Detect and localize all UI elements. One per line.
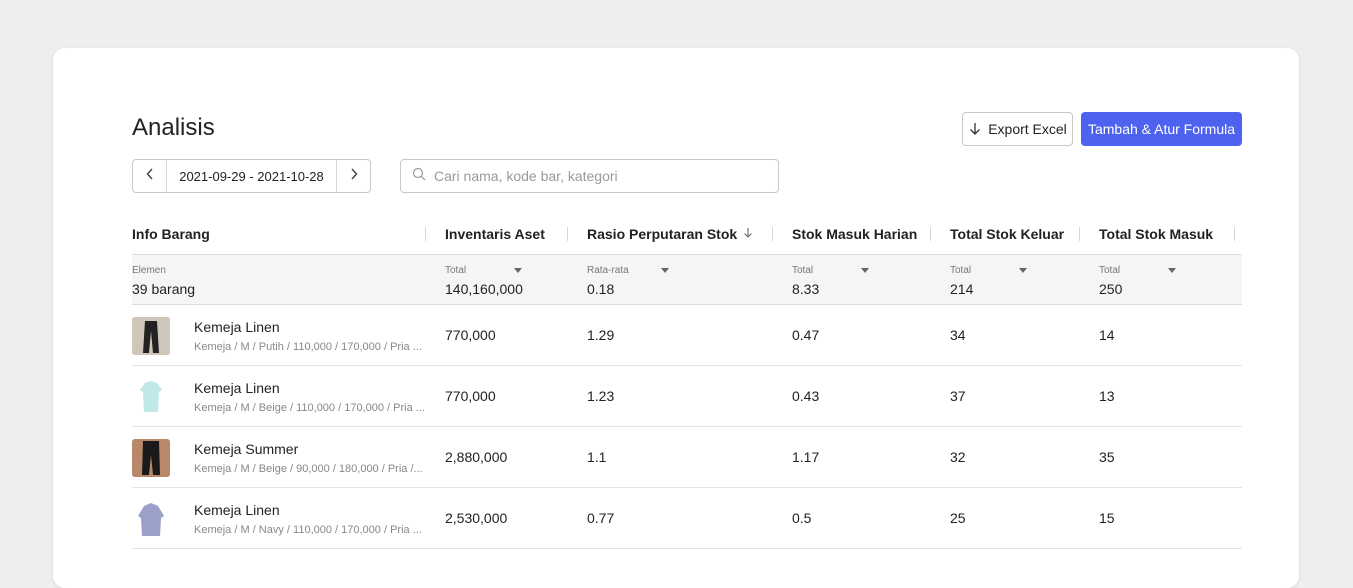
total-stock-in: 15 <box>1099 510 1115 526</box>
summary-value: 39 barang <box>132 281 196 297</box>
date-range-picker: 2021-09-29 - 2021-10-28 <box>132 159 371 193</box>
summary-value: 0.18 <box>587 281 615 297</box>
summary-cell: Total 140,160,000 <box>445 263 523 298</box>
column-header-label: Rasio Perputaran Stok <box>587 226 738 242</box>
table-row[interactable]: Kemeja Linen Kemeja / M / Putih / 110,00… <box>132 305 1242 366</box>
summary-value: 214 <box>950 281 974 297</box>
summary-value: 140,160,000 <box>445 281 523 297</box>
summary-aggregate-select[interactable]: Total <box>1099 263 1177 277</box>
total-stock-out: 37 <box>950 388 966 404</box>
page-title: Analisis <box>132 114 215 141</box>
product-description: Kemeja / M / Beige / 90,000 / 180,000 / … <box>194 463 423 475</box>
product-name: Kemeja Linen <box>194 319 280 335</box>
caret-down-icon <box>1168 267 1177 273</box>
asset-value: 2,880,000 <box>445 449 508 465</box>
total-stock-in: 14 <box>1099 327 1115 343</box>
total-stock-in: 13 <box>1099 388 1115 404</box>
add-formula-button[interactable]: Tambah & Atur Formula <box>1081 112 1242 146</box>
caret-down-icon <box>861 267 870 273</box>
column-header-stok-masuk-harian[interactable]: Stok Masuk Harian <box>792 213 917 255</box>
summary-label: Total <box>445 264 467 276</box>
search-input[interactable] <box>434 168 764 184</box>
caret-down-icon <box>1019 267 1028 273</box>
product-description: Kemeja / M / Beige / 110,000 / 170,000 /… <box>194 402 425 414</box>
product-thumbnail <box>132 439 170 477</box>
column-header-inventaris-aset[interactable]: Inventaris Aset <box>445 213 545 255</box>
product-thumbnail <box>132 317 170 355</box>
summary-label: Elemen <box>132 264 166 276</box>
product-name: Kemeja Summer <box>194 441 299 457</box>
sort-arrow-down-icon <box>743 226 753 242</box>
caret-down-icon <box>514 267 523 273</box>
export-excel-label: Export Excel <box>988 121 1067 137</box>
prev-period-button[interactable] <box>133 160 167 192</box>
caret-down-icon <box>660 267 669 273</box>
summary-aggregate-select[interactable]: Total <box>950 263 1028 277</box>
asset-value: 770,000 <box>445 388 496 404</box>
product-name: Kemeja Linen <box>194 502 280 518</box>
column-divider[interactable] <box>930 227 931 241</box>
product-thumbnail <box>132 378 170 416</box>
column-divider[interactable] <box>772 227 773 241</box>
turnover-ratio: 1.29 <box>587 327 615 343</box>
summary-aggregate-select[interactable]: Total <box>445 263 523 277</box>
column-header-rasio-perputaran[interactable]: Rasio Perputaran Stok <box>587 213 753 255</box>
table-row[interactable]: Kemeja Linen Kemeja / M / Navy / 110,000… <box>132 488 1242 549</box>
daily-stock-in: 1.17 <box>792 449 820 465</box>
export-excel-button[interactable]: Export Excel <box>962 112 1073 146</box>
table-row[interactable]: Kemeja Linen Kemeja / M / Beige / 110,00… <box>132 366 1242 427</box>
column-divider[interactable] <box>567 227 568 241</box>
column-divider[interactable] <box>1079 227 1080 241</box>
next-period-button[interactable] <box>336 160 370 192</box>
analysis-card: Analisis Export Excel Tambah & Atur Form… <box>53 48 1299 588</box>
search-box <box>400 159 779 193</box>
chevron-left-icon <box>145 167 155 186</box>
column-divider[interactable] <box>1234 227 1235 241</box>
turnover-ratio: 1.23 <box>587 388 615 404</box>
summary-label: Total <box>1099 264 1121 276</box>
summary-cell: Rata-rata 0.18 <box>587 263 669 297</box>
column-header-total-stok-keluar[interactable]: Total Stok Keluar <box>950 213 1064 255</box>
daily-stock-in: 0.5 <box>792 510 812 526</box>
summary-aggregate-select[interactable]: Rata-rata <box>587 263 669 277</box>
summary-aggregate-select[interactable]: Total <box>792 263 870 277</box>
summary-cell: Total 250 <box>1099 263 1177 297</box>
column-divider[interactable] <box>425 227 426 241</box>
daily-stock-in: 0.47 <box>792 327 820 343</box>
product-thumbnail <box>132 500 170 538</box>
chevron-right-icon <box>349 167 359 186</box>
asset-value: 2,530,000 <box>445 510 508 526</box>
summary-label: Total <box>792 264 814 276</box>
table-header: Info Barang Inventaris Aset Rasio Perput… <box>132 213 1242 255</box>
column-header-total-stok-masuk[interactable]: Total Stok Masuk <box>1099 213 1213 255</box>
summary-cell: Total 8.33 <box>792 263 870 297</box>
date-range-value[interactable]: 2021-09-29 - 2021-10-28 <box>167 160 336 192</box>
asset-value: 770,000 <box>445 327 496 343</box>
column-header-info-barang[interactable]: Info Barang <box>132 213 210 255</box>
summary-value: 8.33 <box>792 281 820 297</box>
search-icon <box>412 167 426 186</box>
product-name: Kemeja Linen <box>194 380 280 396</box>
summary-label: Total <box>950 264 972 276</box>
summary-row: Elemen 39 barang Total 140,160,000 Rata-… <box>132 255 1242 305</box>
summary-cell: Total 214 <box>950 263 1028 297</box>
arrow-down-icon <box>968 122 982 136</box>
analysis-table: Info Barang Inventaris Aset Rasio Perput… <box>132 213 1242 549</box>
total-stock-out: 34 <box>950 327 966 343</box>
total-stock-in: 35 <box>1099 449 1115 465</box>
product-description: Kemeja / M / Navy / 110,000 / 170,000 / … <box>194 524 422 536</box>
total-stock-out: 25 <box>950 510 966 526</box>
table-row[interactable]: Kemeja Summer Kemeja / M / Beige / 90,00… <box>132 427 1242 488</box>
summary-label: Rata-rata <box>587 264 629 276</box>
summary-value: 250 <box>1099 281 1123 297</box>
daily-stock-in: 0.43 <box>792 388 820 404</box>
turnover-ratio: 0.77 <box>587 510 615 526</box>
total-stock-out: 32 <box>950 449 966 465</box>
turnover-ratio: 1.1 <box>587 449 607 465</box>
product-description: Kemeja / M / Putih / 110,000 / 170,000 /… <box>194 341 422 353</box>
summary-cell: Elemen 39 barang <box>132 263 196 298</box>
